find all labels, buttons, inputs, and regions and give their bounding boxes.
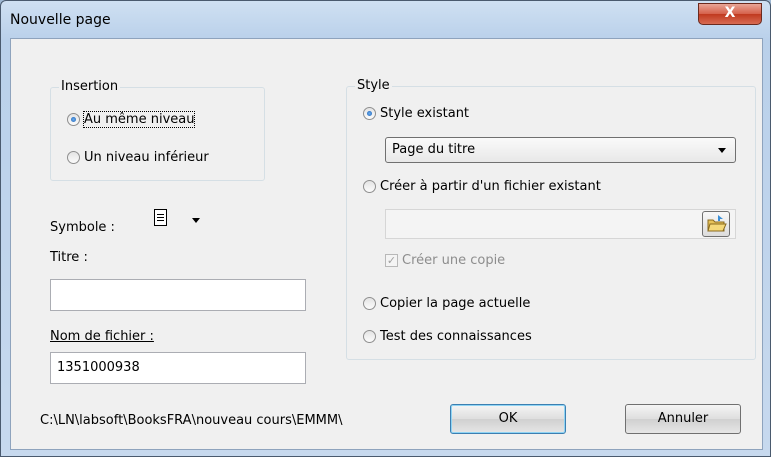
radio-quiz[interactable]: Test des connaissances [363, 329, 532, 344]
radio-lower-level-label: Un niveau inférieur [84, 150, 209, 165]
radio-same-level-button[interactable] [67, 113, 80, 126]
path-label: C:\LN\labsoft\BooksFRA\nouveau cours\EMM… [40, 413, 343, 428]
filename-label: Nom de fichier : [50, 329, 154, 344]
copy-checkbox-row[interactable]: ✓ Créer une copie [385, 253, 505, 268]
style-legend: Style [355, 78, 392, 94]
radio-existing-style-label: Style existant [380, 106, 470, 121]
style-group: Style Style existant Page du titre Créer… [346, 78, 756, 360]
folder-open-icon [707, 215, 727, 232]
close-button[interactable]: X [698, 3, 762, 25]
filename-input[interactable]: 1351000938 [50, 352, 306, 384]
dialog-body: Insertion Au même niveau Un niveau infér… [10, 38, 763, 450]
radio-same-level[interactable]: Au même niveau [67, 111, 196, 128]
from-file-input[interactable] [385, 209, 736, 239]
symbol-label: Symbole : [50, 220, 115, 235]
copy-checkbox[interactable]: ✓ [385, 254, 398, 267]
chevron-down-icon [192, 218, 200, 223]
dialog-window: Nouvelle page X Insertion Au même niveau… [0, 0, 771, 457]
title-input[interactable] [50, 279, 306, 311]
radio-from-file-button[interactable] [363, 180, 376, 193]
radio-quiz-button[interactable] [363, 330, 376, 343]
radio-lower-level[interactable]: Un niveau inférieur [67, 150, 209, 165]
dialog-title: Nouvelle page [10, 12, 111, 28]
radio-from-file-label: Créer à partir d'un fichier existant [380, 179, 601, 194]
insertion-group: Insertion Au même niveau Un niveau infér… [50, 79, 265, 181]
style-select[interactable]: Page du titre [385, 137, 736, 163]
title-field-label: Titre : [50, 250, 88, 265]
radio-quiz-label: Test des connaissances [380, 329, 532, 344]
radio-copy-page[interactable]: Copier la page actuelle [363, 296, 530, 311]
insertion-legend: Insertion [59, 79, 121, 95]
title-bar[interactable]: Nouvelle page X [1, 1, 770, 37]
cancel-button[interactable]: Annuler [625, 404, 741, 434]
radio-lower-level-button[interactable] [67, 151, 80, 164]
radio-copy-page-label: Copier la page actuelle [380, 296, 531, 311]
chevron-down-icon [718, 148, 726, 153]
radio-existing-style[interactable]: Style existant [363, 106, 469, 121]
ok-button[interactable]: OK [450, 404, 566, 434]
radio-same-level-label: Au même niveau [82, 111, 196, 128]
symbol-dropdown[interactable] [144, 204, 216, 234]
document-icon [154, 209, 167, 226]
copy-checkbox-label: Créer une copie [402, 253, 506, 268]
style-select-value: Page du titre [392, 142, 476, 157]
browse-button[interactable] [702, 211, 730, 237]
radio-copy-page-button[interactable] [363, 297, 376, 310]
close-icon: X [724, 5, 736, 21]
radio-from-file[interactable]: Créer à partir d'un fichier existant [363, 179, 601, 194]
radio-existing-style-button[interactable] [363, 107, 376, 120]
